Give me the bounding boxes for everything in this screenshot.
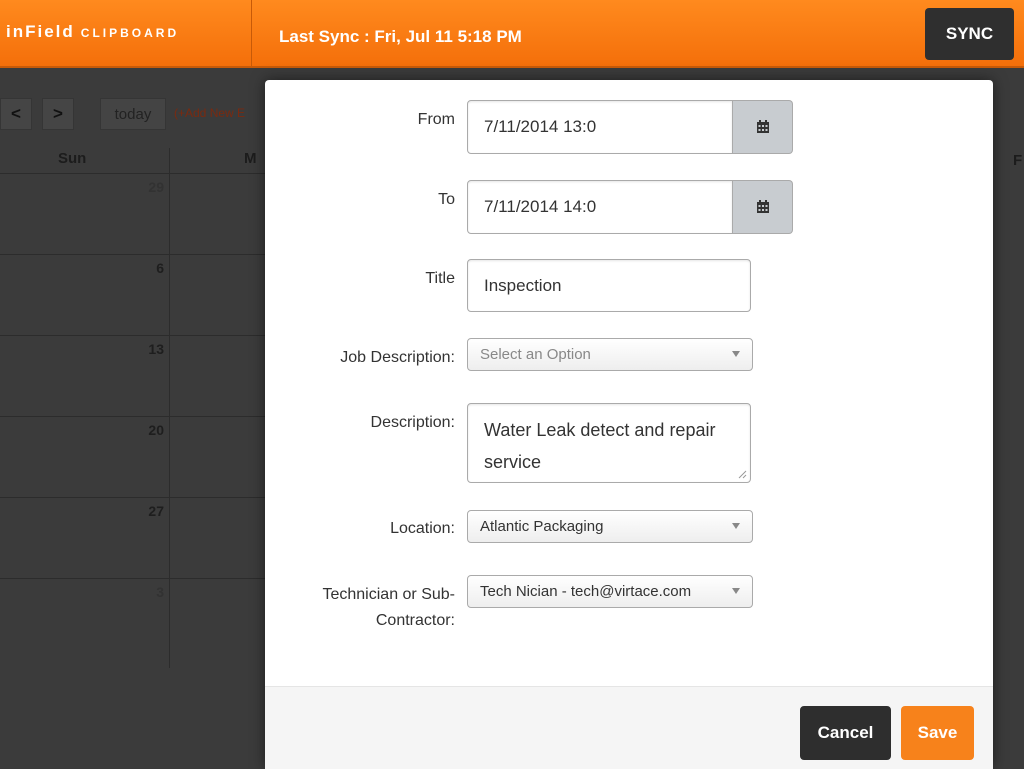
date-cell[interactable]: 29 <box>128 179 164 195</box>
title-input[interactable]: Inspection <box>467 259 751 312</box>
week-divider <box>0 254 270 255</box>
date-cell[interactable]: 20 <box>128 422 164 438</box>
next-button[interactable]: > <box>42 98 74 130</box>
calendar-icon <box>756 200 769 213</box>
cancel-button[interactable]: Cancel <box>800 706 891 760</box>
logo-sub: CLIPBOARD <box>80 26 180 40</box>
day-header-mon: M <box>244 150 257 167</box>
title-label: Title <box>425 270 455 287</box>
description-text: Water Leak detect and repair service <box>484 420 716 472</box>
week-divider <box>0 578 270 579</box>
from-calendar-button[interactable] <box>733 100 793 154</box>
calendar-column-line <box>169 148 170 668</box>
save-button[interactable]: Save <box>901 706 974 760</box>
description-label: Description: <box>370 414 455 431</box>
add-new-event-link[interactable]: (+Add New E <box>174 106 245 120</box>
sync-button[interactable]: SYNC <box>925 8 1014 60</box>
to-label: To <box>438 191 455 208</box>
week-divider <box>0 497 270 498</box>
job-description-label: Job Description: <box>340 349 455 366</box>
job-description-select[interactable]: Select an Option <box>467 338 753 371</box>
technician-label: Technician or Sub-Contractor: <box>322 586 455 629</box>
week-divider <box>0 335 270 336</box>
to-date-group: 7/11/2014 14:0 <box>467 180 793 234</box>
to-date-input[interactable]: 7/11/2014 14:0 <box>467 180 733 234</box>
date-cell[interactable]: 13 <box>128 341 164 357</box>
location-select[interactable]: Atlantic Packaging <box>467 510 753 543</box>
header-divider <box>251 0 252 68</box>
location-label: Location: <box>390 520 455 537</box>
app-header: inField CLIPBOARD Last Sync : Fri, Jul 11… <box>0 0 1024 68</box>
date-cell[interactable]: 27 <box>128 503 164 519</box>
technician-select[interactable]: Tech Nician - tech@virtace.com <box>467 575 753 608</box>
location-value: Atlantic Packaging <box>480 518 604 535</box>
event-modal: From 7/11/2014 13:0 To 7/11/2014 14:0 Ti… <box>265 80 993 769</box>
dropdown-arrow-icon <box>732 588 740 594</box>
prev-button[interactable]: < <box>0 98 32 130</box>
from-date-input[interactable]: 7/11/2014 13:0 <box>467 100 733 154</box>
calendar-icon <box>756 120 769 133</box>
app-logo: inField CLIPBOARD <box>6 22 179 42</box>
dropdown-arrow-icon <box>732 523 740 529</box>
today-button[interactable]: today <box>100 98 166 130</box>
last-sync-text: Last Sync : Fri, Jul 11 5:18 PM <box>279 27 522 46</box>
from-date-group: 7/11/2014 13:0 <box>467 100 793 154</box>
week-divider <box>0 173 270 174</box>
week-divider <box>0 416 270 417</box>
date-cell[interactable]: 6 <box>128 260 164 276</box>
technician-value: Tech Nician - tech@virtace.com <box>480 583 692 600</box>
job-description-value: Select an Option <box>480 346 591 363</box>
resize-grip-icon[interactable] <box>738 470 747 479</box>
description-textarea[interactable]: Water Leak detect and repair service <box>467 403 751 483</box>
date-cell[interactable]: 3 <box>128 584 164 600</box>
to-calendar-button[interactable] <box>733 180 793 234</box>
day-header-sun: Sun <box>58 150 87 167</box>
from-label: From <box>417 111 455 128</box>
dropdown-arrow-icon <box>732 351 740 357</box>
modal-footer: Cancel Save <box>265 686 993 769</box>
day-header-fri: F <box>1013 152 1023 169</box>
logo-main: inField <box>6 22 75 41</box>
